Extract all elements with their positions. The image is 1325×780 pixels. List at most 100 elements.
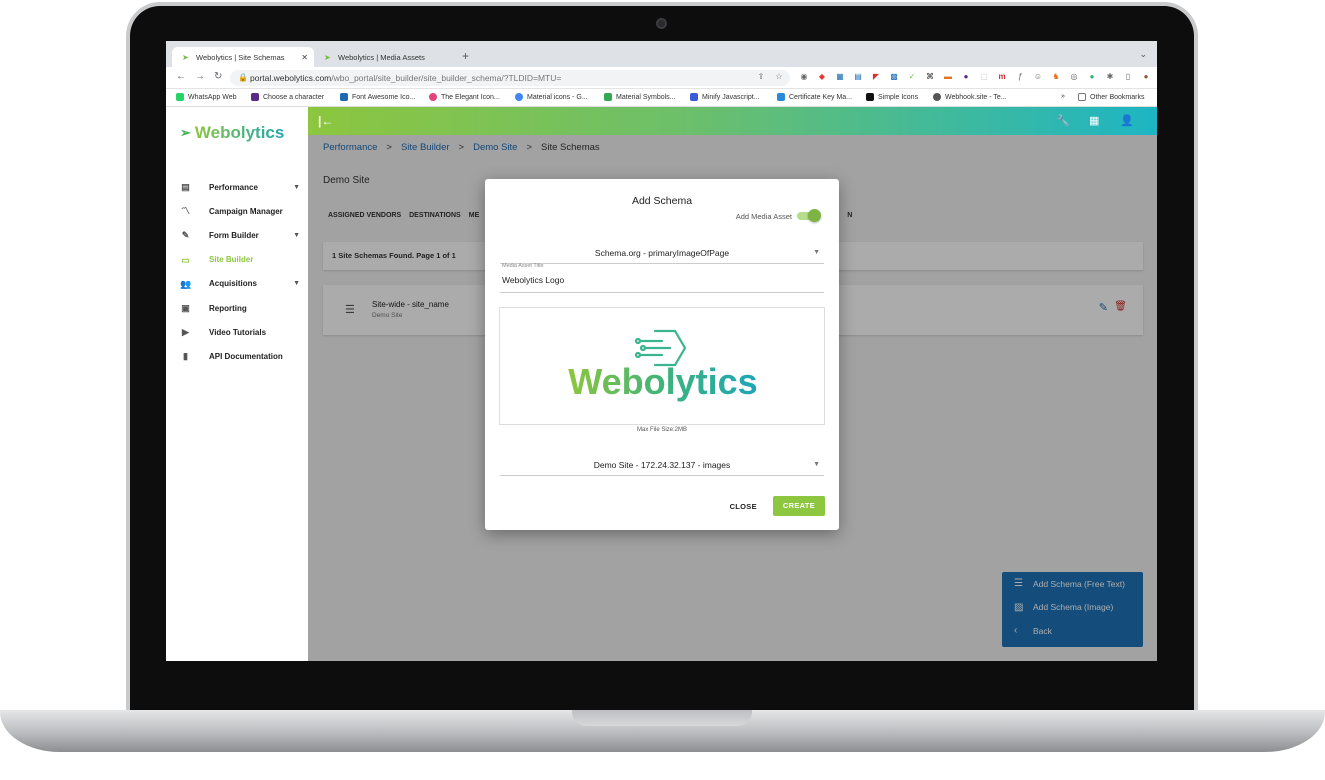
extension-icon[interactable]: ● [1087, 72, 1097, 81]
lock-icon: 🔒 [238, 73, 248, 82]
extension-icon[interactable]: ▤ [853, 72, 863, 81]
close-button[interactable]: CLOSE [730, 502, 757, 511]
reload-icon[interactable]: ↻ [214, 71, 222, 82]
dialog-title: Add Schema [631, 195, 693, 207]
browser-tab-media-assets[interactable]: ➤ Webolytics | Media Assets [314, 47, 456, 67]
logo-arrow-icon [634, 329, 687, 367]
url-path: /wbo_portal/site_builder/site_builder_sc… [331, 73, 562, 83]
tab-search-chevron-icon[interactable]: ⌄ [1139, 49, 1147, 60]
site-select-value: Demo Site - 172.24.32.137 - images [593, 460, 731, 470]
extension-icon[interactable]: ◤ [871, 72, 881, 81]
browser-tab-bar: ➤ Webolytics | Site Schemas ✕ ➤ Webolyti… [166, 41, 1157, 67]
url-domain: portal.webolytics.com [250, 73, 332, 83]
sidebar-item-site-builder[interactable]: ▭ Site Builder [166, 248, 308, 272]
extension-icon[interactable]: ⌘ [925, 72, 935, 81]
extension-icon[interactable]: ◎ [1069, 72, 1079, 81]
sidebar-item-label: Form Builder [209, 230, 259, 240]
form-icon: ✎ [181, 230, 190, 241]
extension-icon[interactable]: ◉ [799, 72, 809, 81]
sidebar-item-label: Performance [209, 182, 258, 192]
bookmark-item[interactable]: Material icons - G... [515, 93, 588, 101]
bookmark-label: Material icons - G... [527, 93, 588, 101]
profile-avatar-icon[interactable]: ● [1141, 72, 1151, 81]
schema-type-select[interactable]: Schema.org - primaryImageOfPage ▼ [500, 242, 824, 264]
bookmark-item[interactable]: Certificate Key Ma... [777, 93, 852, 101]
sidebar-item-campaign-manager[interactable]: 〽 Campaign Manager [166, 199, 308, 223]
bookmark-item[interactable]: The Elegant Icon... [429, 93, 500, 101]
bookmark-item[interactable]: WhatsApp Web [176, 93, 237, 101]
sidebar-item-video-tutorials[interactable]: ▶ Video Tutorials [166, 320, 308, 344]
screen: ➤ Webolytics | Site Schemas ✕ ➤ Webolyti… [166, 41, 1157, 661]
extension-icon[interactable]: ☺ [1033, 72, 1043, 81]
forward-arrow-icon[interactable]: → [195, 71, 205, 82]
extension-icon[interactable]: ◆ [817, 72, 827, 81]
bookmarks-overflow-chevron[interactable]: » [1061, 93, 1065, 100]
brand-name: Webolytics [194, 123, 285, 142]
other-bookmarks[interactable]: Other Bookmarks [1078, 93, 1144, 101]
browser-menu-icon[interactable]: ⋮ [1154, 72, 1157, 81]
puzzle-extensions-icon[interactable]: ✱ [1105, 72, 1115, 81]
sidebar-item-api-documentation[interactable]: ▮ API Documentation [166, 344, 308, 368]
whatsapp-icon [176, 93, 184, 101]
back-arrow-icon[interactable]: ← [176, 71, 186, 82]
share-icon[interactable]: ⇪ [756, 72, 766, 81]
bookmark-item[interactable]: Choose a character [251, 93, 324, 101]
bookmark-item[interactable]: Font Awesome Ico... [340, 93, 415, 101]
extension-icon[interactable]: ♞ [1051, 72, 1061, 81]
bookmark-item[interactable]: Material Symbols... [604, 93, 676, 101]
top-app-bar: |← 🔧 ▦ 👤 [308, 107, 1157, 135]
add-media-asset-switch[interactable] [797, 209, 821, 222]
sidebar-item-label: Reporting [209, 303, 247, 313]
bookmark-label: Choose a character [263, 93, 325, 101]
bookmark-item[interactable]: Minify Javascript... [690, 93, 760, 101]
toggle-label: Add Media Asset [735, 211, 792, 221]
extension-icon[interactable]: ▢ [979, 72, 989, 81]
sidepanel-icon[interactable]: ▯ [1123, 72, 1133, 81]
extension-icon[interactable]: ƒ [1015, 72, 1025, 81]
close-tab-icon[interactable]: ✕ [301, 53, 308, 62]
new-tab-icon[interactable]: + [462, 49, 469, 63]
bookmark-label: Webhook.site - Te... [945, 93, 1007, 101]
laptop-notch [572, 710, 752, 726]
chevron-down-icon: ▼ [293, 231, 300, 239]
folder-icon [1078, 93, 1086, 101]
book-icon: ▮ [183, 351, 188, 362]
extension-icon[interactable]: ✓ [907, 72, 917, 81]
brand-logo[interactable]: ➢ Webolytics [180, 123, 284, 143]
browser-tab-site-schemas[interactable]: ➤ Webolytics | Site Schemas ✕ [172, 47, 314, 67]
collapse-sidebar-icon[interactable]: |← [318, 114, 333, 128]
camera-icon [656, 18, 667, 29]
sidebar-item-form-builder[interactable]: ✎ Form Builder ▼ [166, 223, 308, 247]
wrench-icon[interactable]: 🔧 [1056, 114, 1070, 127]
create-button[interactable]: CREATE [772, 496, 825, 516]
bookmark-label: Simple Icons [878, 93, 919, 101]
bookmark-label: Font Awesome Ico... [352, 93, 416, 101]
sidebar-item-acquisitions[interactable]: 👥 Acquisitions ▼ [166, 272, 308, 296]
trending-icon: 〽 [180, 206, 190, 217]
tab-title: Webolytics | Media Assets [338, 52, 425, 62]
account-icon[interactable]: 👤 [1120, 114, 1134, 127]
bookmark-item[interactable]: Webhook.site - Te... [933, 93, 1007, 101]
star-bookmark-icon[interactable]: ☆ [774, 72, 784, 81]
logo-wordmark: Webolytics [568, 361, 757, 402]
image-preview[interactable]: Webolytics [499, 307, 825, 425]
shield-icon [777, 93, 785, 101]
bookmark-favicon-icon [690, 93, 698, 101]
media-asset-title-input[interactable]: Webolytics Logo [500, 270, 824, 293]
chevron-down-icon: ▼ [293, 280, 300, 288]
extension-icon[interactable]: ▬ [943, 72, 953, 81]
dashboard-grid-icon[interactable]: ▦ [1089, 114, 1099, 127]
extension-icon[interactable]: m [997, 72, 1007, 81]
schema-type-value: Schema.org - primaryImageOfPage [594, 248, 730, 258]
extension-icon[interactable]: ● [961, 72, 971, 81]
bookmark-label: WhatsApp Web [188, 93, 237, 101]
site-select[interactable]: Demo Site - 172.24.32.137 - images ▼ [500, 454, 824, 476]
sidebar-item-performance[interactable]: ▤ Performance ▼ [166, 175, 308, 199]
extension-icon[interactable]: ▦ [835, 72, 845, 81]
bookmark-item[interactable]: Simple Icons [866, 93, 918, 101]
url-bar[interactable]: 🔒 portal.webolytics.com/wbo_portal/site_… [230, 70, 790, 86]
sidebar-item-reporting[interactable]: ▣ Reporting [166, 296, 308, 320]
extension-icon[interactable]: ▩ [889, 72, 899, 81]
sidebar-item-label: API Documentation [209, 351, 283, 361]
switch-knob [808, 209, 821, 222]
